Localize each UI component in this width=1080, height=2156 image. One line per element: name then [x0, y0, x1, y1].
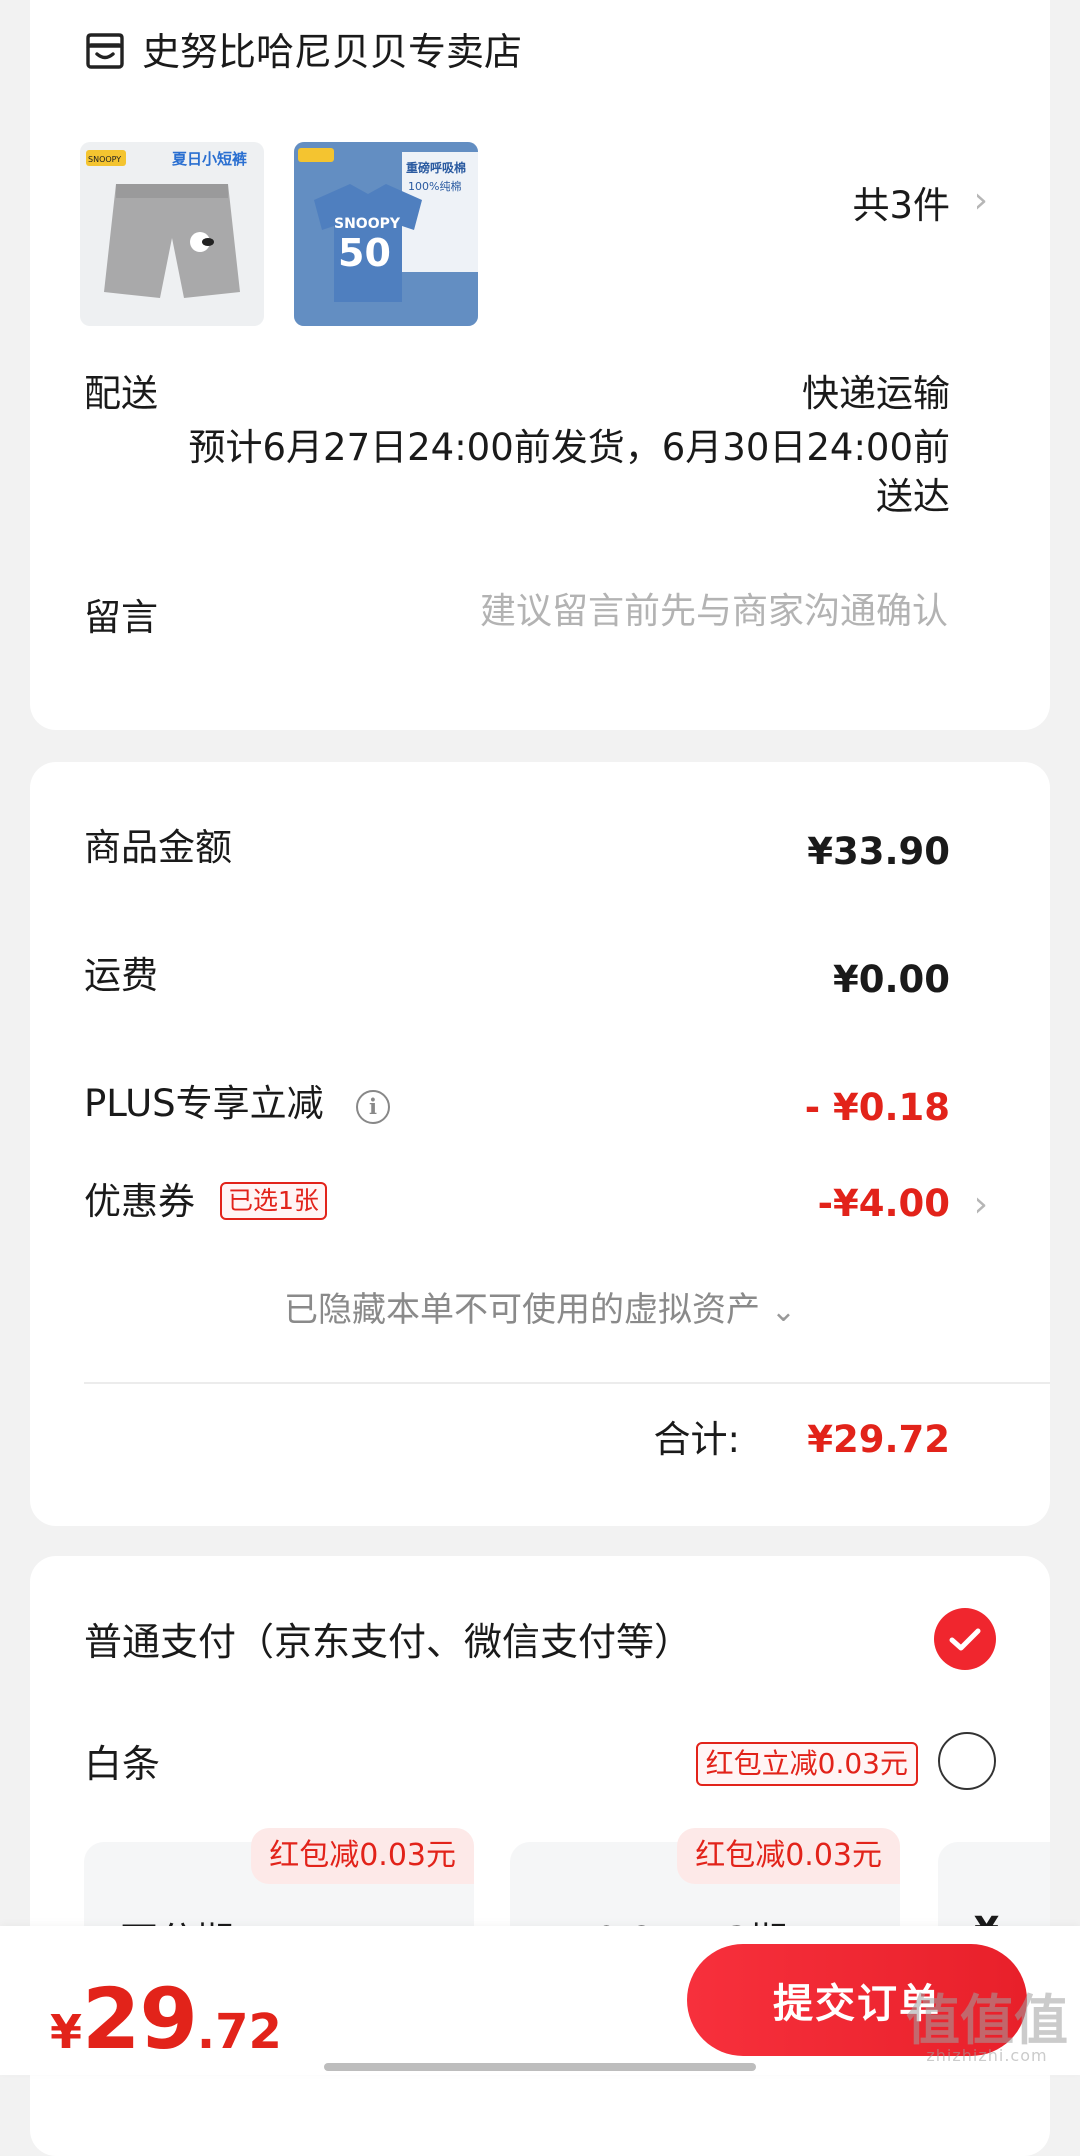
price-integer: 29	[82, 1970, 198, 2068]
bottom-total-price: ¥29.72	[50, 1970, 282, 2068]
price-currency: ¥	[50, 2005, 83, 2059]
store-card: 史努比哈尼贝贝专卖店 SNOOPY 夏日小短裤 重磅呼吸棉 100%纯棉 SNO…	[30, 0, 1050, 730]
baitiao-promo-badge: 红包立减0.03元	[695, 1742, 918, 1786]
shipping-fee-label: 运费	[84, 954, 158, 997]
divider	[84, 1382, 1050, 1384]
price-decimal: .72	[196, 2004, 282, 2060]
tee-shirt-text: SNOOPY	[334, 216, 401, 232]
watermark: 值值值 zhizhizhi.com	[906, 1994, 1068, 2064]
baitiao-label[interactable]: 白条	[84, 1742, 160, 1788]
goods-amount-value: ¥33.90	[807, 830, 950, 873]
coupon-label: 优惠券	[84, 1180, 195, 1223]
grey-shorts-product-image[interactable]: SNOOPY 夏日小短裤	[80, 142, 264, 326]
note-input[interactable]	[386, 590, 950, 633]
blue-tshirt-product-image[interactable]: 重磅呼吸棉 100%纯棉 SNOOPY 50	[294, 142, 478, 326]
baitiao-radio[interactable]	[938, 1732, 996, 1790]
plus-discount-label: PLUS专享立减	[84, 1082, 324, 1125]
coupon-value[interactable]: -¥4.00	[818, 1182, 950, 1226]
watermark-logo: 值值值	[906, 1989, 1068, 2052]
tee-number-text: 50	[338, 231, 391, 275]
chevron-down-icon: ⌄	[770, 1294, 796, 1329]
shorts-brand-text: SNOOPY	[88, 155, 121, 164]
grey-shorts-illustration: SNOOPY 夏日小短裤	[86, 150, 247, 298]
coupon-selected-badge[interactable]: 已选1张	[220, 1182, 327, 1220]
shipping-label: 配送	[84, 372, 158, 415]
chevron-right-icon[interactable]: ›	[974, 1184, 988, 1225]
shipping-estimate: 预计6月27日24:00前发货，6月30日24:00前送达	[188, 426, 951, 518]
amount-card: 商品金额 ¥33.90 运费 ¥0.00 PLUS专享立减 i - ¥0.18 …	[30, 762, 1050, 1526]
items-count[interactable]: 共3件	[852, 184, 950, 228]
info-icon[interactable]: i	[356, 1090, 390, 1124]
home-indicator[interactable]	[324, 2063, 756, 2071]
chevron-right-icon[interactable]: ›	[974, 180, 988, 221]
plus-discount-value: - ¥0.18	[804, 1086, 950, 1129]
shorts-promo-text: 夏日小短裤	[171, 150, 247, 168]
total-label: 合计:	[653, 1418, 740, 1461]
tee-cotton-text: 100%纯棉	[408, 179, 461, 193]
note-label: 留言	[84, 596, 158, 639]
shipping-fee-value: ¥0.00	[832, 958, 950, 1001]
check-icon	[949, 1628, 981, 1651]
blue-tshirt-illustration: 重磅呼吸棉 100%纯棉 SNOOPY 50	[294, 142, 478, 326]
plan-promo-tag: 红包减0.03元	[251, 1828, 474, 1884]
bottom-bar: ¥29.72 提交订单 值值值 zhizhizhi.com	[0, 1926, 1080, 2075]
watermark-url: zhizhizhi.com	[926, 2046, 1048, 2065]
tee-promo-text: 重磅呼吸棉	[406, 160, 466, 175]
goods-amount-label: 商品金额	[84, 826, 232, 869]
shipping-method[interactable]: 快递运输	[802, 372, 950, 416]
hidden-assets-toggle[interactable]: 已隐藏本单不可使用的虚拟资产 ⌄	[30, 1282, 1050, 1331]
normal-payment-label[interactable]: 普通支付（京东支付、微信支付等）	[84, 1620, 692, 1666]
hidden-assets-text: 已隐藏本单不可使用的虚拟资产	[284, 1290, 761, 1330]
store-icon	[86, 33, 124, 69]
total-value: ¥29.72	[807, 1418, 950, 1461]
normal-payment-radio[interactable]	[934, 1608, 996, 1670]
store-name[interactable]: 史努比哈尼贝贝专卖店	[142, 30, 522, 76]
plan-promo-tag: 红包减0.03元	[677, 1828, 900, 1884]
